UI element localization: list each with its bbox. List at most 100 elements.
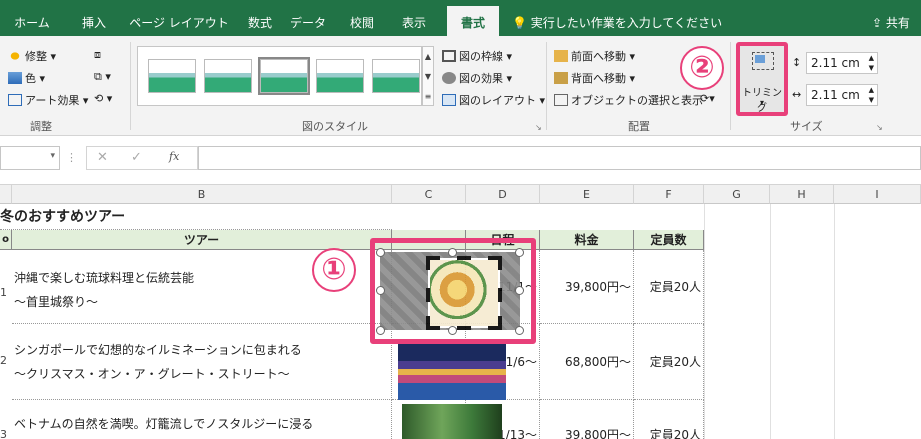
art-effects-icon xyxy=(8,94,22,106)
picture-border-button[interactable]: 図の枠線 ▾ xyxy=(442,48,512,64)
price-cell[interactable]: 39,800円〜 xyxy=(540,400,634,439)
style-thumbnail-2[interactable] xyxy=(204,59,252,93)
tab-page-layout[interactable]: ページ レイアウト xyxy=(124,0,234,36)
selection-pane-button[interactable]: オブジェクトの選択と表示 xyxy=(554,92,703,108)
styles-group-label: 図のスタイル xyxy=(302,120,368,133)
tab-home[interactable]: ホーム xyxy=(8,0,56,36)
gridline xyxy=(704,204,705,439)
cancel-icon[interactable]: ✕ xyxy=(97,150,108,165)
column-header-a[interactable] xyxy=(0,185,12,204)
send-backward-button[interactable]: 背面へ移動 ▾ xyxy=(554,70,635,86)
column-header-b[interactable]: B xyxy=(12,185,392,204)
tab-review[interactable]: 校閲 xyxy=(340,0,384,36)
column-header-f[interactable]: F xyxy=(634,185,704,204)
formula-input[interactable] xyxy=(198,146,921,170)
bring-forward-icon xyxy=(554,50,568,62)
price-cell[interactable]: 39,800円〜 xyxy=(540,250,634,324)
header-cell-a[interactable]: o xyxy=(0,230,12,250)
width-value: 2.11 cm xyxy=(811,88,860,102)
singapore-illumination-picture[interactable] xyxy=(398,344,506,400)
width-icon: ↔ xyxy=(792,88,802,101)
gallery-scroll[interactable]: ▲ ▼ ≡ xyxy=(422,46,434,106)
size-launcher-icon[interactable]: ↘ xyxy=(876,123,883,132)
tour-subtitle: 〜首里城祭り〜 xyxy=(14,295,99,309)
share-label: 共有 xyxy=(885,16,910,30)
capacity-cell[interactable]: 定員20人 xyxy=(634,400,704,439)
vietnam-nature-picture[interactable] xyxy=(402,404,502,439)
row-number: 3 xyxy=(0,428,7,439)
bring-forward-button[interactable]: 前面へ移動 ▾ xyxy=(554,48,635,64)
name-box[interactable]: ▾ xyxy=(0,146,60,170)
grip-icon: ⋮ xyxy=(66,151,77,164)
style-thumbnail-4[interactable] xyxy=(316,59,364,93)
tab-data[interactable]: データ xyxy=(284,0,332,36)
share-button[interactable]: ⇪ 共有 xyxy=(872,0,910,36)
confirm-icon[interactable]: ✓ xyxy=(131,150,142,165)
column-header-h[interactable]: H xyxy=(770,185,834,204)
height-icon: ↕ xyxy=(792,56,802,69)
row-number: 1 xyxy=(0,286,7,299)
layout-icon xyxy=(442,94,456,106)
header-cell-tour[interactable]: ツアー xyxy=(12,230,392,250)
column-header-c[interactable]: C xyxy=(392,185,466,204)
rotate-icon[interactable]: ⟳▾ xyxy=(700,92,715,105)
excel-window: ホーム 挿入 ページ レイアウト 数式 データ 校閲 表示 書式 💡 実行したい… xyxy=(0,0,921,439)
bring-forward-label: 前面へ移動 xyxy=(571,50,626,63)
tab-format[interactable]: 書式 xyxy=(447,6,499,36)
crop-dropdown-icon: ▾ xyxy=(759,98,764,107)
tour-name: シンガポールで幻想的なイルミネーションに包まれる xyxy=(14,343,302,357)
lightbulb-icon: 💡 xyxy=(512,16,527,30)
group-divider xyxy=(546,42,547,130)
tell-me-box[interactable]: 💡 実行したい作業を入力してください xyxy=(512,0,722,36)
color-icon xyxy=(8,72,22,84)
picture-border-label: 図の枠線 xyxy=(459,50,503,63)
insert-function-icon[interactable]: fx xyxy=(169,150,179,163)
sheet-title[interactable]: 冬のおすすめツアー xyxy=(0,204,392,230)
compress-pictures-icon[interactable]: ⧈ xyxy=(94,48,101,62)
column-header-d[interactable]: D xyxy=(466,185,540,204)
style-thumbnail-3[interactable] xyxy=(258,57,310,95)
capacity-cell[interactable]: 定員20人 xyxy=(634,250,704,324)
selection-pane-icon xyxy=(554,94,568,106)
picture-layout-button[interactable]: 図のレイアウト ▾ xyxy=(442,92,545,108)
column-header-i[interactable]: I xyxy=(834,185,921,204)
height-field[interactable]: 2.11 cm ▲ ▼ xyxy=(806,52,878,74)
correction-button[interactable]: 修整 ▾ xyxy=(8,48,56,64)
style-thumbnail-5[interactable] xyxy=(372,59,420,93)
group-divider xyxy=(130,42,131,130)
width-field[interactable]: 2.11 cm ▲ ▼ xyxy=(806,84,878,106)
header-cell-capacity[interactable]: 定員数 xyxy=(634,230,704,250)
crop-button[interactable]: トリミング ▾ xyxy=(736,42,788,116)
tab-formulas[interactable]: 数式 xyxy=(240,0,280,36)
border-icon xyxy=(442,50,456,62)
highlight-box-picture xyxy=(370,238,536,344)
group-divider xyxy=(730,42,731,130)
price-cell[interactable]: 68,800円〜 xyxy=(540,324,634,400)
color-label: 色 xyxy=(25,72,36,85)
picture-effects-button[interactable]: 図の効果 ▾ xyxy=(442,70,512,86)
reset-picture-icon[interactable]: ⟲ ▾ xyxy=(94,92,112,105)
column-header-g[interactable]: G xyxy=(704,185,770,204)
styles-launcher-icon[interactable]: ↘ xyxy=(535,123,542,132)
send-backward-label: 背面へ移動 xyxy=(571,72,626,85)
column-header-e[interactable]: E xyxy=(540,185,634,204)
tour-subtitle: 〜クリスマス・オン・ア・グレート・ストリート〜 xyxy=(14,367,290,381)
color-button[interactable]: 色 ▾ xyxy=(8,70,45,86)
picture-effects-label: 図の効果 xyxy=(459,72,503,85)
tour-cell[interactable]: シンガポールで幻想的なイルミネーションに包まれる 〜クリスマス・オン・ア・グレー… xyxy=(12,324,392,400)
change-picture-icon[interactable]: ⧉ ▾ xyxy=(94,70,111,84)
name-box-dropdown-icon[interactable]: ▾ xyxy=(50,151,55,161)
tour-cell[interactable]: ベトナムの自然を満喫。灯籠流しでノスタルジーに浸る xyxy=(12,400,392,439)
formula-bar: ▾ ⋮ ✕ ✓ fx xyxy=(0,137,921,185)
width-spinner[interactable]: ▲ ▼ xyxy=(869,85,874,105)
tab-view[interactable]: 表示 xyxy=(392,0,436,36)
tab-insert[interactable]: 挿入 xyxy=(72,0,116,36)
effects-icon xyxy=(442,72,456,84)
header-cell-price[interactable]: 料金 xyxy=(540,230,634,250)
art-effects-button[interactable]: アート効果 ▾ xyxy=(8,92,88,108)
height-spinner[interactable]: ▲ ▼ xyxy=(869,53,874,73)
selection-pane-label: オブジェクトの選択と表示 xyxy=(571,94,703,107)
send-backward-icon xyxy=(554,72,568,84)
style-thumbnail-1[interactable] xyxy=(148,59,196,93)
capacity-cell[interactable]: 定員20人 xyxy=(634,324,704,400)
